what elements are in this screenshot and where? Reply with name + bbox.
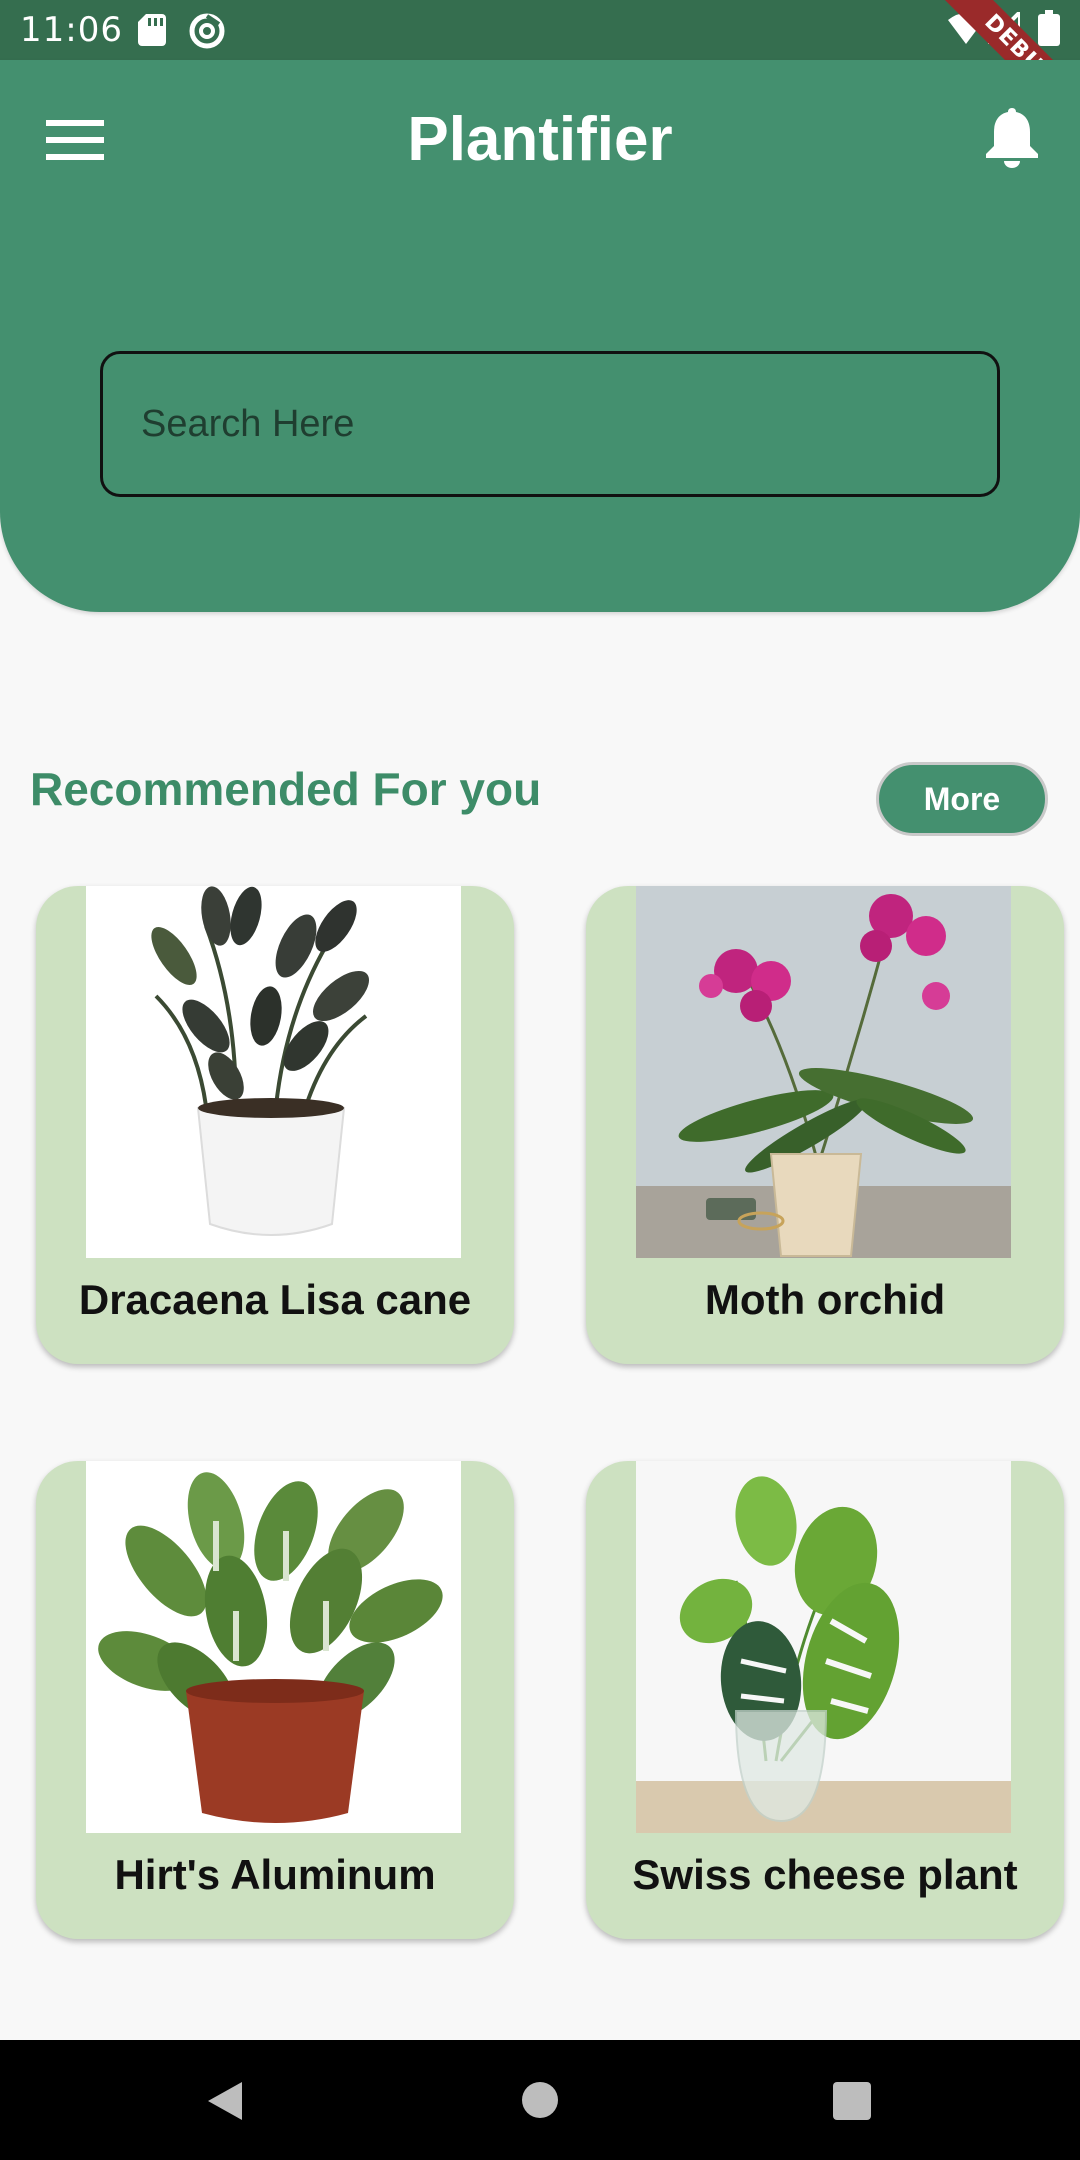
bell-icon[interactable] [984, 104, 1040, 168]
plant-name: Hirt's Aluminum [114, 1851, 436, 1898]
back-icon[interactable] [204, 2080, 246, 2122]
plant-image-aluminum [86, 1461, 461, 1833]
home-icon[interactable] [522, 2082, 558, 2118]
app-header: Plantifier [0, 60, 1080, 612]
plant-name: Swiss cheese plant [632, 1851, 1018, 1898]
plant-card-dracaena[interactable]: Dracaena Lisa cane [36, 886, 514, 1364]
app-title: Plantifier [407, 105, 673, 174]
battery-icon [1038, 10, 1060, 46]
plant-name: Dracaena Lisa cane [78, 1276, 472, 1323]
sync-icon [189, 13, 225, 49]
system-nav-bar [0, 2040, 1080, 2160]
plant-card-aluminum[interactable]: Hirt's Aluminum [36, 1461, 514, 1939]
sd-card-icon [138, 14, 166, 46]
plant-card-monstera[interactable]: Swiss cheese plant [586, 1461, 1064, 1939]
plant-image-orchid [636, 886, 1011, 1258]
status-time: 11:06 [20, 10, 123, 50]
recents-icon[interactable] [833, 2082, 871, 2120]
status-bar: 11:06 DEBUG [0, 0, 1080, 148]
search-input[interactable] [141, 402, 941, 446]
plant-name: Moth orchid [704, 1276, 946, 1323]
search-box[interactable] [100, 351, 1000, 497]
plant-card-orchid[interactable]: Moth orchid [586, 886, 1064, 1364]
more-button[interactable]: More [876, 762, 1048, 836]
plant-image-dracaena [86, 886, 461, 1258]
section-title: Recommended For you [30, 763, 542, 815]
plant-image-monstera [636, 1461, 1011, 1833]
